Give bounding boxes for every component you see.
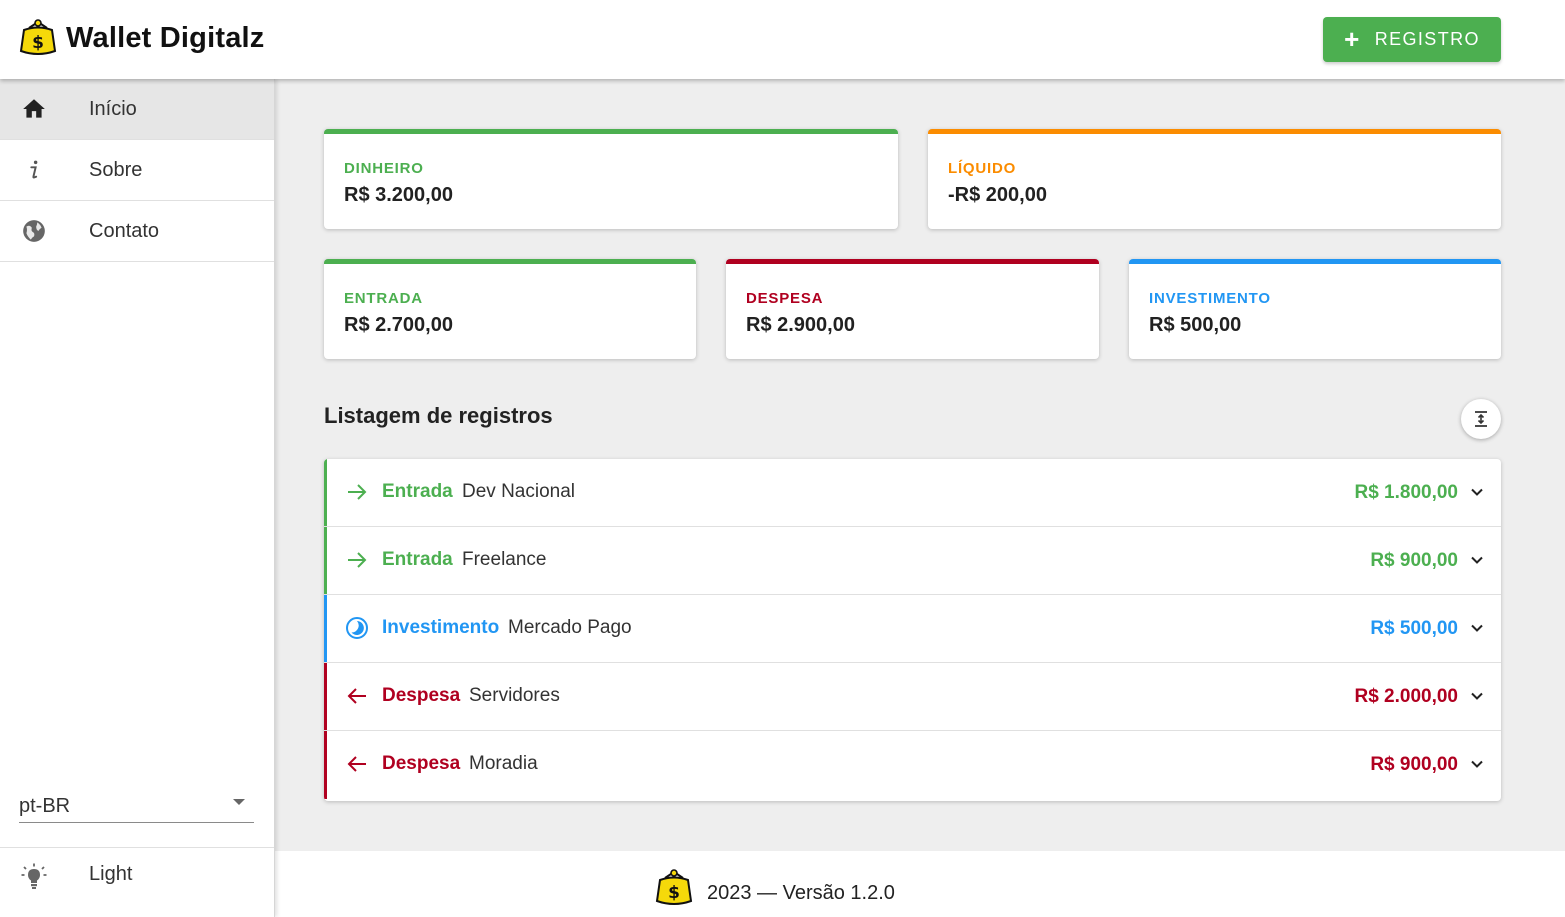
progress-circle-icon — [346, 617, 368, 639]
globe-icon — [21, 218, 47, 244]
record-description: Mercado Pago — [508, 617, 632, 638]
arrow-right-icon — [348, 484, 367, 500]
card-label: DINHEIRO — [344, 160, 424, 177]
chevron-down-icon[interactable] — [1469, 620, 1485, 636]
record-color-bar — [324, 731, 327, 799]
brand[interactable]: $ Wallet Digitalz — [18, 16, 265, 60]
sidebar-item-label: Sobre — [89, 158, 143, 181]
card-label: LÍQUIDO — [948, 160, 1017, 177]
record-row[interactable]: Despesa Moradia R$ 900,00 — [324, 731, 1501, 799]
record-row[interactable]: Despesa Servidores R$ 2.000,00 — [324, 663, 1501, 731]
expand-collapse-button[interactable] — [1461, 399, 1501, 439]
record-value: R$ 900,00 — [1370, 550, 1458, 571]
svg-text:$: $ — [32, 33, 44, 53]
record-row[interactable]: Entrada Dev Nacional R$ 1.800,00 — [324, 459, 1501, 527]
record-description: Dev Nacional — [462, 481, 575, 502]
card-value: R$ 2.700,00 — [344, 314, 453, 336]
app-header: $ Wallet Digitalz + REGISTRO — [0, 0, 1565, 79]
footer-version-text: 2023 — Versão 1.2.0 — [707, 882, 895, 904]
record-type: Entrada — [382, 549, 453, 570]
wallet-logo-icon: $ — [19, 19, 57, 55]
record-color-bar — [324, 459, 327, 526]
language-select-value: pt-BR — [19, 795, 71, 817]
card-label: INVESTIMENTO — [1149, 290, 1271, 307]
svg-text:$: $ — [668, 883, 680, 903]
theme-toggle[interactable]: Light — [0, 848, 274, 908]
language-select[interactable]: pt-BR — [19, 785, 254, 823]
chevron-down-icon[interactable] — [1469, 756, 1485, 772]
caret-down-icon — [233, 799, 245, 805]
sidebar-item-label: Início — [89, 97, 137, 120]
record-row[interactable]: Entrada Freelance R$ 900,00 — [324, 527, 1501, 595]
sidebar-item-contato[interactable]: Contato — [0, 201, 274, 262]
records-list: Entrada Dev Nacional R$ 1.800,00 Entrada… — [324, 459, 1501, 801]
home-icon — [21, 96, 47, 122]
card-liquido: LÍQUIDO -R$ 200,00 — [928, 129, 1501, 229]
lightbulb-icon — [21, 863, 47, 889]
card-value: R$ 500,00 — [1149, 314, 1242, 336]
sidebar-item-sobre[interactable]: Sobre — [0, 140, 274, 201]
arrow-left-icon — [347, 756, 366, 772]
record-value: R$ 1.800,00 — [1354, 482, 1458, 503]
sidebar-item-label: Contato — [89, 219, 160, 242]
card-despesa: DESPESA R$ 2.900,00 — [726, 259, 1099, 359]
footer: $ 2023 — Versão 1.2.0 — [275, 851, 1565, 917]
record-type: Entrada — [382, 481, 453, 502]
record-description: Freelance — [462, 549, 547, 570]
arrow-right-icon — [348, 552, 367, 568]
record-color-bar — [324, 595, 327, 662]
record-row[interactable]: Investimento Mercado Pago R$ 500,00 — [324, 595, 1501, 663]
record-type: Investimento — [382, 617, 500, 638]
sidebar-item-inicio[interactable]: Início — [0, 79, 274, 140]
record-type: Despesa — [382, 753, 461, 774]
record-description: Servidores — [469, 685, 560, 706]
chevron-down-icon[interactable] — [1469, 688, 1485, 704]
chevron-down-icon[interactable] — [1469, 484, 1485, 500]
card-dinheiro: DINHEIRO R$ 3.200,00 — [324, 129, 898, 229]
theme-label: Light — [89, 863, 133, 885]
chevron-down-icon[interactable] — [1469, 552, 1485, 568]
card-label: DESPESA — [746, 290, 824, 307]
add-record-button[interactable]: + REGISTRO — [1323, 17, 1501, 62]
card-entrada: ENTRADA R$ 2.700,00 — [324, 259, 696, 359]
wallet-logo-icon: $ — [655, 869, 693, 905]
sidebar: Início Sobre Contato pt-BR Light — [0, 79, 275, 917]
plus-icon: + — [1344, 23, 1361, 54]
card-investimento: INVESTIMENTO R$ 500,00 — [1129, 259, 1501, 359]
info-icon — [21, 157, 47, 183]
record-color-bar — [324, 527, 327, 594]
card-label: ENTRADA — [344, 290, 423, 307]
card-value: R$ 3.200,00 — [344, 184, 453, 206]
record-type: Despesa — [382, 685, 461, 706]
record-value: R$ 2.000,00 — [1354, 686, 1458, 707]
arrow-left-icon — [347, 688, 366, 704]
card-value: R$ 2.900,00 — [746, 314, 855, 336]
app-title: Wallet Digitalz — [66, 21, 265, 54]
records-title: Listagem de registros — [324, 403, 553, 428]
add-record-label: REGISTRO — [1374, 29, 1480, 49]
card-value: -R$ 200,00 — [948, 184, 1047, 206]
record-value: R$ 900,00 — [1370, 754, 1458, 775]
record-description: Moradia — [469, 753, 538, 774]
record-color-bar — [324, 663, 327, 730]
record-value: R$ 500,00 — [1370, 618, 1458, 639]
expand-vertical-icon — [1475, 411, 1487, 427]
